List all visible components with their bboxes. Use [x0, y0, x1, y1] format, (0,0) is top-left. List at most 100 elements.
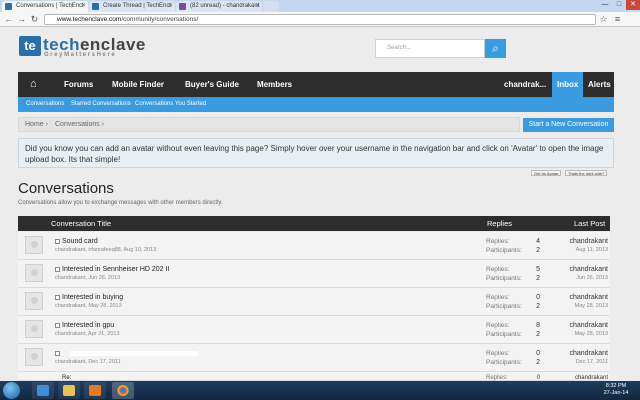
close-tab-icon[interactable]: ✕: [255, 1, 260, 12]
forward-arrow-icon[interactable]: →: [16, 14, 27, 25]
avatar[interactable]: [25, 320, 43, 338]
last-post-user[interactable]: chandrakant: [538, 266, 608, 273]
browser-tab-conversations[interactable]: Conversations | TechEncl ✕: [2, 1, 88, 12]
wrench-menu-icon[interactable]: ≡: [612, 14, 623, 25]
back-arrow-icon[interactable]: ←: [3, 14, 14, 25]
conversation-title-link[interactable]: Interested in Sennheiser HD 202 II: [62, 266, 169, 273]
site-tagline: GreyMattersHere: [44, 52, 117, 58]
browser-tab-create-thread[interactable]: Create Thread | TechEncl ✕: [89, 1, 175, 12]
url-path: /community/conversations/: [121, 16, 199, 23]
participants-label: Participants:: [486, 303, 522, 310]
url-host: www.techenclave.com: [57, 16, 122, 23]
row-checkbox[interactable]: [55, 239, 60, 244]
maximize-icon[interactable]: □: [612, 0, 626, 10]
col-replies[interactable]: Replies: [487, 216, 512, 231]
home-icon[interactable]: ⌂: [30, 72, 37, 97]
table-row[interactable]: [18, 316, 610, 344]
conversation-meta: chandrakant, irfanrafeeq88, Aug 10, 2013: [55, 247, 157, 253]
clock-date: 27-Jan-14: [603, 390, 629, 396]
page-subtitle: Conversations allow you to exchange mess…: [18, 200, 223, 206]
last-post-date[interactable]: May 28, 2013: [538, 331, 608, 337]
subnav-starred-conversations[interactable]: Starred Conversations: [71, 97, 131, 112]
nav-inbox[interactable]: Inbox: [552, 72, 584, 97]
redacted-title: [70, 351, 198, 356]
row-checkbox[interactable]: [55, 351, 60, 356]
nav-buyers-guide[interactable]: Buyer's Guide: [185, 72, 239, 97]
internet-explorer-icon[interactable]: [32, 382, 54, 399]
table-row[interactable]: [18, 260, 610, 288]
search-button[interactable]: ⌕: [485, 39, 506, 58]
close-tab-icon[interactable]: ✕: [168, 1, 173, 12]
table-row[interactable]: [18, 288, 610, 316]
conversation-title-link[interactable]: Interested in gpu: [62, 322, 114, 329]
mail-favicon-icon: [179, 3, 186, 10]
conversation-meta: chandrakant, Dec 17, 2011: [55, 359, 121, 365]
breadcrumb-home[interactable]: Home ›: [25, 121, 48, 128]
nav-alerts[interactable]: Alerts: [588, 72, 611, 97]
nav-members[interactable]: Members: [257, 72, 292, 97]
conversation-title-link[interactable]: Sound card: [62, 238, 98, 245]
last-post-date[interactable]: May 28, 2013: [538, 303, 608, 309]
nav-user-menu[interactable]: chandrak...: [504, 72, 546, 97]
replies-label: Replies:: [486, 266, 510, 273]
subnav-conversations[interactable]: Conversations: [26, 97, 64, 112]
chrome-icon[interactable]: [112, 382, 134, 399]
techenclave-favicon-icon: [5, 3, 12, 10]
col-conversation-title[interactable]: Conversation Title: [51, 216, 111, 231]
table-row[interactable]: [18, 372, 610, 381]
avatar[interactable]: [25, 264, 43, 282]
close-tab-icon[interactable]: ✕: [81, 1, 86, 12]
avatar[interactable]: [25, 236, 43, 254]
techenclave-favicon-icon: [92, 3, 99, 10]
last-post-date[interactable]: Jun 26, 2013: [538, 275, 608, 281]
participants-label: Participants:: [486, 331, 522, 338]
last-post-user[interactable]: chandrakant: [538, 238, 608, 245]
conversation-meta: chandrakant, May 28, 2013: [55, 303, 122, 309]
table-row[interactable]: [18, 344, 610, 372]
address-bar[interactable]: www.techenclave.com/community/conversati…: [44, 14, 596, 25]
file-explorer-icon[interactable]: [58, 382, 80, 399]
tab-label: Conversations | TechEncl: [16, 3, 84, 9]
participants-label: Participants:: [486, 359, 522, 366]
avatar[interactable]: [25, 292, 43, 310]
row-checkbox[interactable]: [55, 323, 60, 328]
site-logo-mark[interactable]: te: [19, 36, 41, 56]
system-clock[interactable]: 8:32 PM 27-Jan-14: [596, 383, 636, 397]
participants-label: Participants:: [486, 247, 522, 254]
last-post-user[interactable]: chandrakant: [538, 294, 608, 301]
row-checkbox[interactable]: [55, 295, 60, 300]
get-avatar-button[interactable]: Get an Avatar: [531, 170, 562, 176]
subnav-conversations-you-started[interactable]: Conversations You Started: [135, 97, 206, 112]
row-checkbox[interactable]: [55, 267, 60, 272]
search-input[interactable]: Search...: [375, 39, 485, 58]
avatar[interactable]: [25, 348, 43, 366]
close-window-icon[interactable]: ✕: [626, 0, 640, 10]
participants-label: Participants:: [486, 275, 522, 282]
clock-time: 8:32 PM: [605, 383, 627, 389]
last-post-user[interactable]: chandrakant: [538, 350, 608, 357]
dismiss-notice-button[interactable]: Thats the dark side?: [565, 170, 608, 176]
reload-icon[interactable]: ↻: [29, 14, 40, 25]
tab-label: (82 unread) - chandrakant: [190, 3, 260, 9]
last-post-user[interactable]: chandrakant: [538, 322, 608, 329]
conversation-meta: chandrakant, Apr 21, 2013: [55, 331, 120, 337]
bookmark-star-icon[interactable]: ☆: [598, 14, 609, 25]
windows-start-icon[interactable]: [3, 382, 20, 399]
conversation-title-link[interactable]: Interested in buying: [62, 294, 123, 301]
tab-label: Create Thread | TechEncl: [103, 3, 171, 9]
last-post-date[interactable]: Aug 11, 2013: [538, 247, 608, 253]
last-post-date[interactable]: Dec 17, 2011: [538, 359, 608, 365]
media-player-icon[interactable]: [84, 382, 106, 399]
nav-mobile-finder[interactable]: Mobile Finder: [112, 72, 164, 97]
start-new-conversation-button[interactable]: Start a New Conversation: [523, 118, 614, 132]
browser-tab-mail[interactable]: (82 unread) - chandrakant ✕: [176, 1, 262, 12]
new-tab-button[interactable]: [263, 1, 279, 12]
search-icon: ⌕: [492, 41, 499, 55]
avatar-notice: Did you know you can add an avatar witho…: [18, 138, 614, 168]
nav-forums[interactable]: Forums: [64, 72, 93, 97]
minimize-icon[interactable]: —: [598, 0, 612, 10]
replies-label: Replies:: [486, 238, 510, 245]
table-row[interactable]: [18, 232, 610, 260]
breadcrumb-conversations[interactable]: Conversations ›: [55, 121, 104, 128]
col-last-post[interactable]: Last Post: [574, 216, 605, 231]
